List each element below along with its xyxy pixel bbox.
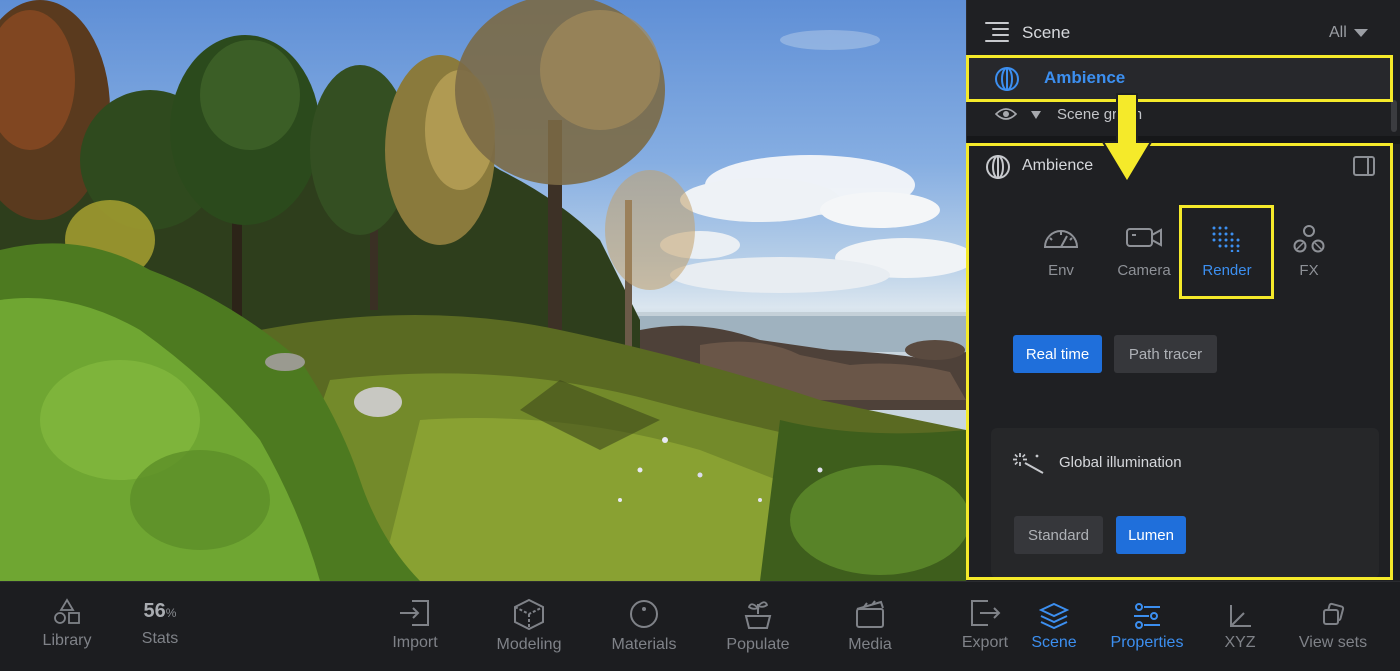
tab-camera[interactable]: Camera [1104,218,1184,288]
scene-tree-item-label: Ambience [1044,68,1126,87]
render-grid-icon [1212,226,1240,252]
properties-header: Ambience [967,144,1400,188]
view-sets-icon [1323,602,1345,625]
panel-layout-toggle-icon[interactable] [1353,156,1375,176]
view-sets-label: View sets [1298,634,1368,651]
cube-icon [514,598,544,630]
scene-label: Scene [1031,634,1077,651]
globe-icon [995,67,1019,91]
import-label: Import [392,634,438,651]
populate-button[interactable]: Populate [718,598,798,654]
export-button[interactable]: Export [955,598,1015,652]
real-time-button[interactable]: Real time [1013,335,1102,373]
modeling-label: Modeling [496,636,562,653]
chevron-down-icon [1353,29,1368,37]
tab-render[interactable]: Render [1187,218,1267,288]
annotation-arrow-icon [1101,93,1153,184]
materials-label: Materials [611,636,677,653]
scene-filter-value: All [1329,24,1347,41]
camera-icon [1126,228,1162,247]
import-icon [400,600,429,626]
layers-icon [1039,602,1069,630]
stats-value: 56% [130,598,190,626]
right-panel: Scene All Ambience Scene graph Ambience [966,0,1400,581]
media-button[interactable]: Media [840,598,900,654]
properties-label: Properties [1110,634,1184,651]
material-sphere-icon [630,600,658,628]
shapes-icon [54,598,80,624]
import-button[interactable]: Import [385,598,445,652]
tab-env[interactable]: Env [1021,218,1101,288]
tab-label: Render [1202,262,1252,279]
path-tracer-button[interactable]: Path tracer [1114,335,1217,373]
scene-tree-item-scene-graph[interactable]: Scene graph [967,98,1393,132]
stats-label: Stats [141,630,179,647]
scene-button[interactable]: Scene [1024,602,1084,652]
expand-caret-icon[interactable] [1031,111,1041,119]
axis-icon [1230,605,1251,627]
scene-tree-item-ambience[interactable]: Ambience [967,56,1393,100]
gauge-icon [1043,230,1079,248]
stats-button[interactable]: 56% Stats [130,598,190,648]
tab-label: Env [1048,262,1074,279]
magic-wand-icon [1013,453,1044,474]
library-button[interactable]: Library [34,598,100,650]
populate-label: Populate [726,636,790,653]
scene-panel-title: Scene [1022,23,1071,42]
fx-circles-icon [1293,225,1325,253]
scene-panel-header: Scene All [967,0,1400,56]
export-icon [971,600,1001,626]
globe-icon [986,155,1010,179]
global-illumination-card: Global illumination [991,428,1379,578]
global-illumination-title: Global illumination [1059,454,1182,471]
clapperboard-icon [856,600,884,628]
tab-fx[interactable]: FX [1269,218,1349,288]
plant-pot-icon [744,601,772,629]
panel-divider[interactable] [967,136,1400,144]
xyz-label: XYZ [1224,634,1256,651]
scene-filter-dropdown[interactable]: All [1329,24,1368,42]
hamburger-menu-icon[interactable] [985,22,1009,42]
forest-scene-render [0,0,966,581]
properties-button[interactable]: Properties [1102,602,1192,652]
sliders-icon [1134,603,1160,629]
materials-button[interactable]: Materials [604,598,684,654]
library-label: Library [42,632,92,649]
3d-viewport[interactable] [0,0,966,581]
properties-title: Ambience [1022,157,1094,174]
view-sets-button[interactable]: View sets [1290,602,1376,652]
bottom-toolbar: Library 56% Stats Import Modeling Materi… [0,581,1400,671]
media-label: Media [848,636,892,653]
stats-unit: % [165,606,177,620]
standard-button[interactable]: Standard [1014,516,1103,554]
modeling-button[interactable]: Modeling [489,598,569,654]
lumen-button[interactable]: Lumen [1116,516,1186,554]
tab-label: FX [1299,262,1319,279]
xyz-button[interactable]: XYZ [1215,602,1265,652]
eye-icon[interactable] [995,106,1017,122]
stats-number: 56 [143,600,166,622]
scene-tree-scrollbar[interactable] [1391,100,1397,132]
export-label: Export [961,634,1009,651]
tab-label: Camera [1117,262,1171,279]
